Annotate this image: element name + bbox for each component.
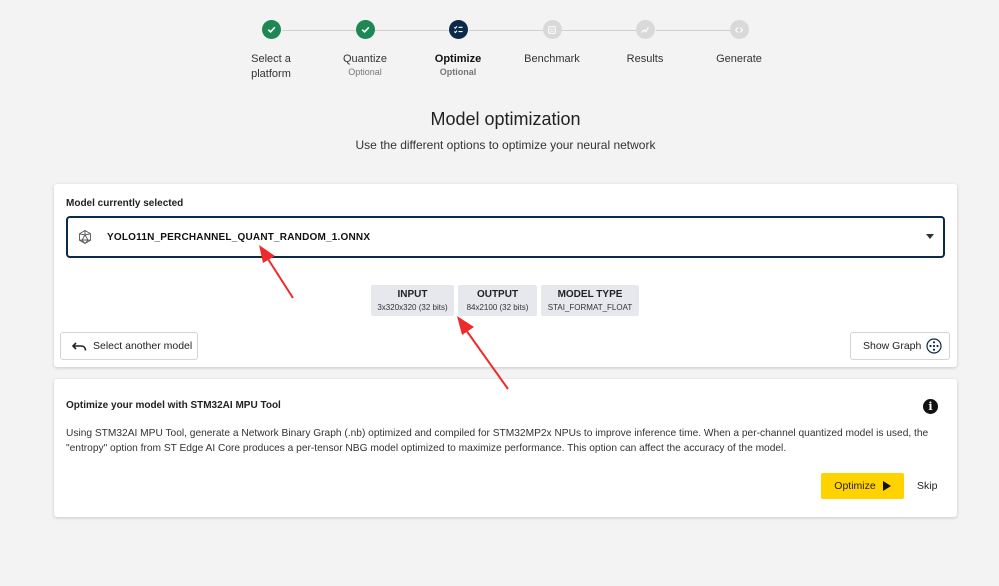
select-another-model-button[interactable]: Select another model <box>60 332 198 360</box>
optimize-button-label: Optimize <box>834 480 876 492</box>
skip-button[interactable]: Skip <box>917 480 937 492</box>
tag-value: STAI_FORMAT_FLOAT <box>547 303 633 312</box>
step-label: Results <box>626 53 664 65</box>
caret-down-icon[interactable] <box>926 234 934 239</box>
output-tag: OUTPUT 84x2100 (32 bits) <box>458 285 537 316</box>
step-label: Generate <box>716 53 762 65</box>
graph-icon <box>926 338 942 354</box>
selected-model-name: YOLO11N_PERCHANNEL_QUANT_RANDOM_1.ONNX <box>107 231 371 243</box>
model-selected-card: Model currently selected YOLO11N_PERCHAN… <box>54 184 957 367</box>
chart-icon <box>635 20 655 39</box>
show-graph-button[interactable]: Show Graph <box>850 332 950 360</box>
check-icon <box>355 20 375 39</box>
select-another-model-label: Select another model <box>93 340 193 352</box>
model-selected-label: Model currently selected <box>66 198 184 209</box>
step-sublabel: Optional <box>348 67 382 77</box>
list-icon <box>542 20 562 39</box>
step-quantize[interactable]: Quantize Optional <box>317 20 413 77</box>
step-optimize[interactable]: Optimize Optional <box>410 20 506 77</box>
step-select-platform[interactable]: Select a platform <box>223 20 319 82</box>
code-icon <box>729 20 749 39</box>
info-icon[interactable]: i <box>923 399 938 414</box>
tag-title: MODEL TYPE <box>557 289 623 300</box>
page-title: Model optimization <box>430 109 581 129</box>
undo-icon <box>72 341 87 352</box>
check-icon <box>261 20 281 39</box>
show-graph-label: Show Graph <box>863 340 922 352</box>
checklist-icon <box>448 20 468 39</box>
tag-value: 3x320x320 (32 bits) <box>377 303 448 312</box>
optimize-card-title: Optimize your model with STM32AI MPU Too… <box>66 400 281 411</box>
step-label: Quantize <box>342 53 388 65</box>
step-sublabel: Optional <box>439 67 477 77</box>
optimize-button[interactable]: Optimize <box>821 473 904 499</box>
step-results[interactable]: Results <box>597 20 693 67</box>
step-generate[interactable]: Generate <box>691 20 787 67</box>
polyhedron-icon <box>76 228 94 246</box>
step-label: Select a platform <box>251 53 291 80</box>
model-type-tag: MODEL TYPE STAI_FORMAT_FLOAT <box>541 285 639 316</box>
tag-title: OUTPUT <box>476 289 519 300</box>
optimize-description: Using STM32AI MPU Tool, generate a Netwo… <box>66 428 929 454</box>
stepper: Select a platform Quantize Optional Optim… <box>0 20 999 90</box>
tag-value: 84x2100 (32 bits) <box>466 303 529 312</box>
model-info-tags: INPUT 3x320x320 (32 bits) OUTPUT 84x2100… <box>371 285 639 316</box>
page-subtitle: Use the different options to optimize yo… <box>355 138 656 152</box>
model-select-dropdown[interactable]: YOLO11N_PERCHANNEL_QUANT_RANDOM_1.ONNX <box>66 216 945 258</box>
optimize-card: Optimize your model with STM32AI MPU Too… <box>54 379 957 517</box>
step-benchmark[interactable]: Benchmark <box>504 20 600 67</box>
step-label: Optimize <box>434 53 482 65</box>
play-icon <box>882 481 891 491</box>
input-tag: INPUT 3x320x320 (32 bits) <box>371 285 454 316</box>
tag-title: INPUT <box>397 289 428 300</box>
step-label: Benchmark <box>524 53 580 65</box>
